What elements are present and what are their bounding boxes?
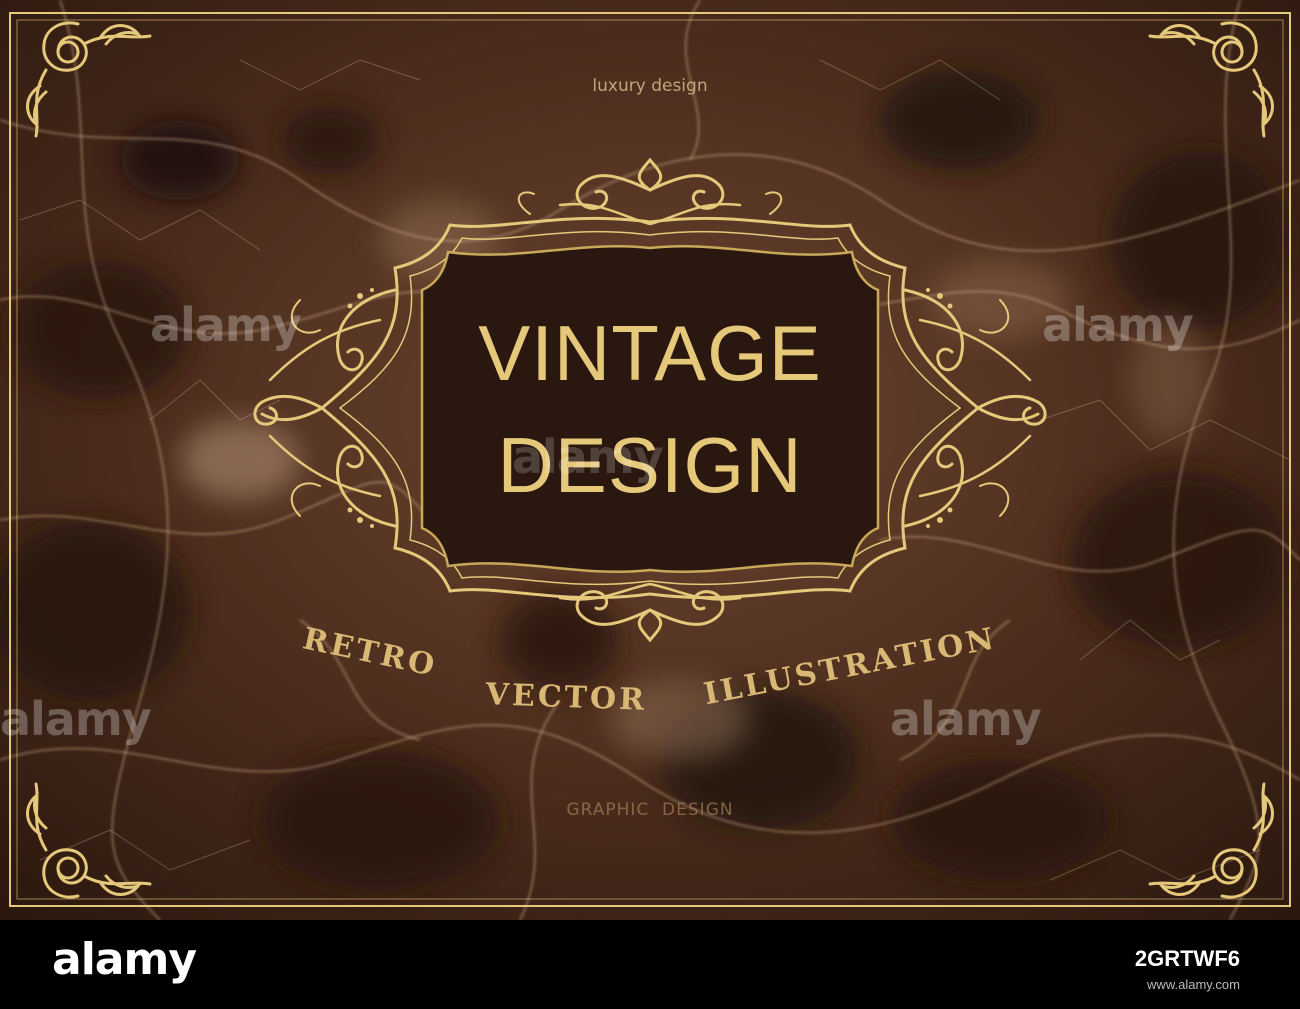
bottom-caption: GRAPHIC DESIGN <box>566 800 733 820</box>
title-line-1: VINTAGE <box>478 309 822 397</box>
watermark: alamy <box>1042 298 1194 352</box>
alamy-logo: alamy <box>52 934 197 985</box>
poster-canvas: VINTAGE DESIGN luxury design RETRO VECTO… <box>0 0 1300 920</box>
title-label-panel <box>420 245 880 573</box>
watermark: alamy <box>512 430 664 484</box>
image-id: 2GRTWF6 <box>1134 946 1240 971</box>
subtitle-word-vector: VECTOR <box>484 677 648 718</box>
tagline: luxury design <box>592 76 707 96</box>
watermark: alamy <box>890 692 1042 746</box>
footer-url: www.alamy.com <box>1147 977 1240 992</box>
watermark: alamy <box>0 692 152 746</box>
watermark: alamy <box>150 298 302 352</box>
